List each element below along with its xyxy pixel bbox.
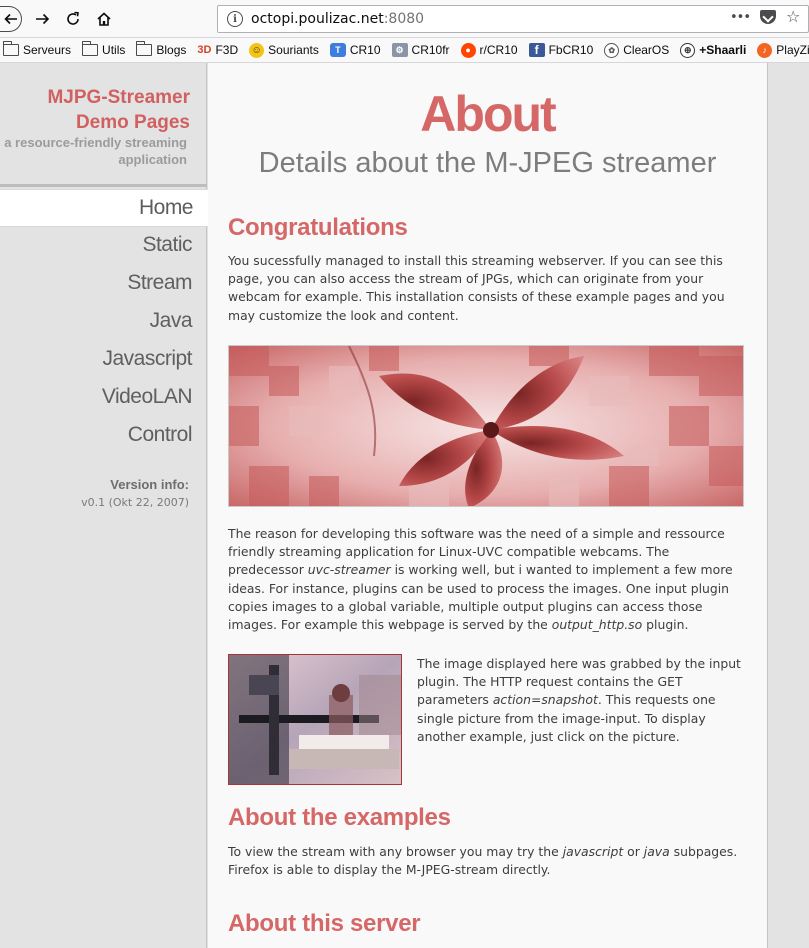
folder-icon xyxy=(82,41,99,56)
site-subtitle: a resource-friendly streaming applicatio… xyxy=(4,134,187,168)
version-label: Version info: xyxy=(110,477,189,492)
nav-item-videolan[interactable]: VideoLAN xyxy=(0,379,207,417)
bookmark-clearos[interactable]: ✿ ClearOS xyxy=(604,42,670,58)
congrats-heading: Congratulations xyxy=(228,214,408,241)
snapshot-paragraph: The image displayed here was grabbed by … xyxy=(417,655,749,746)
sidebar: MJPG-Streamer Demo Pages a resource-frie… xyxy=(0,63,208,948)
snapshot-em: action=snapshot xyxy=(492,692,598,708)
bookmark-star-icon[interactable]: ☆ xyxy=(786,9,802,25)
browser-toolbar: i octopi.poulizac.net:8080 ••• ☆ xyxy=(0,0,809,38)
bookmark-playzic[interactable]: ♪PlayZic xyxy=(757,42,809,58)
version-info: Version info: v0.1 (Okt 22, 2007) xyxy=(81,477,189,509)
bookmark-f3d[interactable]: 3D F3D xyxy=(197,43,238,57)
snapshot-graphic xyxy=(229,655,401,784)
nav-item-stream[interactable]: Stream xyxy=(0,265,207,303)
nav-item-static[interactable]: Static xyxy=(0,227,207,265)
folder-icon xyxy=(136,41,153,56)
site-title-line2: Demo Pages xyxy=(75,112,190,133)
facebook-icon: f xyxy=(528,43,545,57)
reload-button[interactable] xyxy=(60,6,86,32)
bookmark-label: r/CR10 xyxy=(479,43,518,57)
nav-item-control[interactable]: Control xyxy=(0,417,207,455)
nav-item-javascript[interactable]: Javascript xyxy=(0,341,207,379)
bookmark-label: +Shaarli xyxy=(699,43,747,57)
flower-banner-image xyxy=(228,345,744,507)
cr10-icon: T xyxy=(329,43,346,57)
url-actions: ••• ☆ xyxy=(730,9,802,25)
bookmark-cr10fr[interactable]: ⚙ CR10fr xyxy=(391,43,450,57)
reason-em-2: output_http.so xyxy=(551,617,643,633)
right-gutter xyxy=(767,63,809,948)
bookmark-rcr10[interactable]: ● r/CR10 xyxy=(460,42,518,58)
bookmark-souriants[interactable]: ☺ Souriants xyxy=(249,42,319,58)
home-button[interactable] xyxy=(91,6,117,32)
nav-item-home[interactable]: Home xyxy=(0,189,208,227)
playzic-icon: ♪ xyxy=(757,42,773,58)
arrow-left-icon xyxy=(3,13,17,25)
forward-button[interactable] xyxy=(29,6,55,32)
page-subtitle: Details about the M-JPEG streamer xyxy=(258,147,717,179)
url-host: octopi.poulizac.net xyxy=(251,11,384,27)
bookmark-serveurs[interactable]: Serveurs xyxy=(3,41,72,57)
reddit-icon: ● xyxy=(460,42,476,58)
bookmark-label: ClearOS xyxy=(623,43,670,57)
info-icon[interactable]: i xyxy=(227,11,243,27)
bookmark-label: F3D xyxy=(215,43,239,57)
nav-item-java[interactable]: Java xyxy=(0,303,207,341)
url-bar[interactable]: i octopi.poulizac.net:8080 ••• ☆ xyxy=(217,5,809,33)
site-subtitle-line1: a resource-friendly streaming xyxy=(4,135,187,150)
bookmark-blogs[interactable]: Blogs xyxy=(136,41,187,57)
site-title: MJPG-Streamer Demo Pages xyxy=(47,85,190,135)
reason-em-1: uvc-streamer xyxy=(307,562,391,578)
congrats-paragraph: You sucessfully managed to install this … xyxy=(228,253,725,323)
bookmark-label: FbCR10 xyxy=(548,43,594,57)
cr10fr-icon: ⚙ xyxy=(391,43,408,57)
bookmark-shaarli[interactable]: ⊕ +Shaarli xyxy=(680,42,747,58)
snapshot-image[interactable] xyxy=(228,654,402,785)
page-actions-menu-icon[interactable]: ••• xyxy=(730,10,751,25)
url-text[interactable]: octopi.poulizac.net:8080 xyxy=(251,11,424,27)
site-title-line1: MJPG-Streamer xyxy=(47,87,190,108)
sidebar-nav: Home Static Stream Java Javascript Video… xyxy=(0,189,208,455)
version-value: v0.1 (Okt 22, 2007) xyxy=(81,496,189,509)
bookmark-label: CR10fr xyxy=(411,43,450,57)
bookmark-label: Utils xyxy=(102,43,126,57)
server-heading: About this server xyxy=(228,910,421,937)
reload-icon xyxy=(67,11,79,25)
bookmark-label: PlayZic xyxy=(776,43,809,57)
examples-heading: About the examples xyxy=(228,804,451,831)
bookmark-label: Souriants xyxy=(268,43,319,57)
main-content: About Details about the M-JPEG streamer … xyxy=(208,63,767,948)
sidebar-divider xyxy=(0,184,207,187)
clearos-icon: ✿ xyxy=(604,42,620,58)
home-icon xyxy=(97,12,111,26)
bookmark-fbcr10[interactable]: f FbCR10 xyxy=(528,43,594,57)
arrow-right-icon xyxy=(36,13,50,25)
globe-icon: ⊕ xyxy=(680,42,696,58)
bookmarks-toolbar: Serveurs Utils Blogs 3D F3D ☺ Souriants TC… xyxy=(0,38,809,63)
reason-paragraph: The reason for developing this software … xyxy=(228,525,748,634)
bookmark-label: CR10 xyxy=(349,43,381,57)
bookmark-cr10[interactable]: T CR10 xyxy=(329,43,381,57)
examples-paragraph: To view the stream with any browser you … xyxy=(228,843,748,879)
smiley-icon: ☺ xyxy=(249,42,265,58)
back-button[interactable] xyxy=(0,6,22,32)
examples-text-2: or xyxy=(623,844,644,859)
site-subtitle-line2: application xyxy=(118,152,187,167)
folder-icon xyxy=(3,41,19,56)
f3d-icon: 3D xyxy=(197,44,212,56)
bookmark-utils[interactable]: Utils xyxy=(82,41,126,57)
flower-banner-graphic xyxy=(229,346,743,506)
reason-text-3: plugin. xyxy=(642,617,689,633)
url-port: :8080 xyxy=(383,11,425,27)
examples-em-1: javascript xyxy=(562,844,624,859)
pocket-icon[interactable] xyxy=(760,10,776,24)
bookmark-label: Blogs xyxy=(156,43,187,57)
examples-em-2: java xyxy=(643,844,670,859)
page: MJPG-Streamer Demo Pages a resource-frie… xyxy=(0,63,809,948)
bookmark-label: Serveurs xyxy=(23,43,72,57)
examples-text-1: To view the stream with any browser you … xyxy=(228,844,563,859)
page-title: About xyxy=(420,86,556,142)
